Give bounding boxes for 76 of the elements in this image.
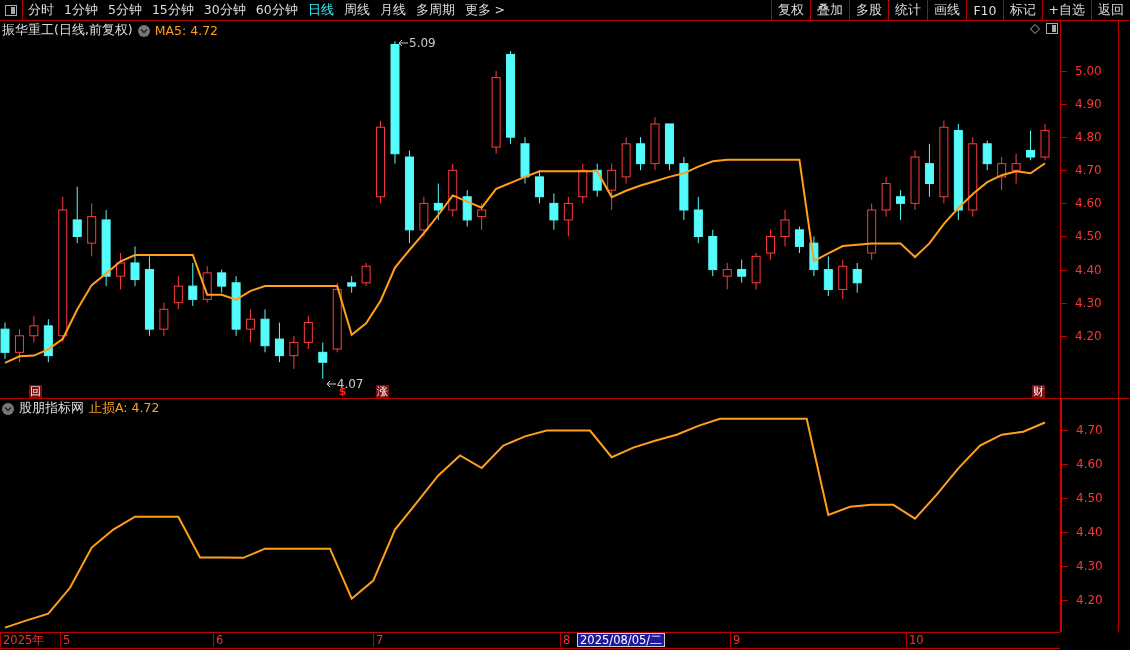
price-axis-label: 4.50 [1075, 229, 1102, 244]
period-tab[interactable]: 周线 [338, 0, 375, 20]
price-axis-label: 5.00 [1075, 63, 1102, 78]
candlestick [881, 176, 891, 218]
candlestick [780, 209, 790, 247]
date-label: 9 [730, 633, 741, 647]
arrow-icon [398, 39, 408, 48]
date-label: 7 [373, 633, 384, 647]
candlestick [159, 302, 169, 337]
candlestick [0, 322, 10, 360]
indicator-title: 股朋指标网 [19, 400, 84, 417]
candlestick [491, 70, 501, 155]
event-marker[interactable]: 涨 [376, 385, 389, 398]
diamond-icon[interactable] [1030, 23, 1040, 34]
candlestick [246, 308, 256, 343]
price-axis-label: 4.60 [1075, 196, 1102, 211]
candlestick [520, 136, 530, 185]
arrow-icon [325, 379, 336, 388]
indicator-axis-label: 4.40 [1076, 524, 1103, 539]
panel-toggle-icon[interactable] [1046, 23, 1058, 34]
cursor-date: 2025/08/05/二 [577, 633, 666, 647]
period-tab[interactable]: 15分钟 [146, 0, 199, 20]
date-label: 5 [60, 633, 71, 647]
price-axis-label: 4.40 [1075, 262, 1102, 277]
indicator-axis-label: 4.60 [1076, 456, 1103, 471]
candlestick [939, 120, 949, 204]
stop-loss-value: 止损A: 4.72 [89, 400, 160, 417]
date-label: 6 [213, 633, 224, 647]
candlestick [751, 252, 761, 290]
candlestick [650, 116, 660, 171]
candlestick [1011, 153, 1021, 185]
candlestick [621, 136, 631, 185]
candlestick [87, 202, 97, 257]
dropdown-icon[interactable] [137, 24, 150, 37]
period-tab[interactable]: 月线 [374, 0, 411, 20]
period-tab[interactable]: 5分钟 [102, 0, 147, 20]
stock-title: 振华重工(日线,前复权) [2, 22, 133, 39]
price-axis-label: 4.20 [1075, 328, 1102, 343]
candlestick [549, 192, 559, 231]
price-axis-label: 4.70 [1075, 163, 1102, 178]
candlestick [130, 245, 140, 287]
candlestick [318, 341, 328, 380]
candlestick [910, 149, 920, 211]
candlestick [390, 40, 400, 165]
date-label: 8 [560, 633, 571, 647]
price-axis-label: 4.30 [1075, 295, 1102, 310]
candlestick [924, 143, 934, 198]
period-tab[interactable]: 分时 [23, 0, 59, 20]
period-tab[interactable]: 1分钟 [59, 0, 103, 20]
ma-value: MA5: 4.72 [154, 23, 219, 38]
indicator-axis-label: 4.70 [1076, 422, 1103, 437]
candlestick [101, 209, 111, 287]
panel-toggle-icon[interactable] [5, 4, 17, 16]
price-axis-label: 4.90 [1075, 97, 1102, 112]
candlestick [231, 275, 241, 337]
period-tab[interactable]: 60分钟 [250, 0, 303, 20]
period-tab[interactable]: 更多 > [459, 0, 511, 20]
event-marker[interactable]: 回 [29, 385, 42, 398]
candlestick [289, 335, 299, 370]
event-marker[interactable]: 财 [1032, 385, 1045, 398]
candlestick [361, 262, 371, 287]
date-label: 2025年 [0, 633, 45, 647]
indicator-axis-label: 4.30 [1076, 558, 1103, 573]
candlestick [1040, 123, 1050, 161]
high-price-label: 5.09 [409, 36, 436, 51]
period-tab[interactable]: 多周期 [410, 0, 460, 20]
indicator-axis-label: 4.50 [1076, 490, 1103, 505]
date-label: 10 [906, 633, 924, 647]
period-tab[interactable]: 日线 [302, 0, 339, 20]
period-tab[interactable]: 30分钟 [198, 0, 251, 20]
candlestick [29, 315, 39, 343]
price-axis-label: 4.80 [1075, 130, 1102, 145]
indicator-axis-label: 4.20 [1076, 592, 1103, 607]
candlestick [679, 156, 689, 221]
dropdown-icon[interactable] [2, 402, 14, 415]
candlestick [260, 308, 270, 353]
